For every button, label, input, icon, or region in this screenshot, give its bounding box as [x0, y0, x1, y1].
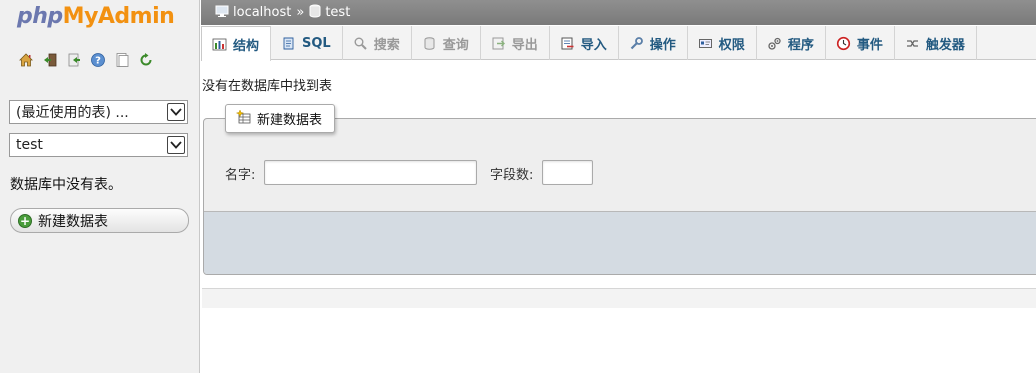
exit-icon[interactable] — [42, 52, 58, 68]
svg-text:?: ? — [95, 56, 101, 67]
home-icon[interactable] — [18, 52, 34, 68]
help-icon[interactable]: ? — [90, 52, 106, 68]
reload-icon[interactable] — [138, 52, 154, 68]
new-table-icon — [235, 108, 252, 129]
tab-structure[interactable]: 结构 — [201, 26, 272, 61]
columns-count-input[interactable] — [542, 160, 593, 185]
database-select[interactable]: test — [9, 133, 188, 157]
tab-query[interactable]: 查询 — [412, 26, 481, 60]
structure-icon — [212, 37, 227, 52]
navigation-panel: phpMyAdmin ? (最近使用的表) ... test 数据库中没有表。 … — [0, 0, 200, 373]
export-icon — [491, 36, 506, 51]
plus-icon: + — [18, 213, 32, 228]
tab-routines[interactable]: 程序 — [757, 26, 826, 60]
fieldset-footer — [204, 211, 1036, 274]
wrench-icon — [629, 36, 644, 51]
sql-icon — [281, 36, 296, 51]
create-table-fieldset — [203, 118, 1036, 275]
chevron-down-icon — [167, 103, 185, 121]
import-icon — [560, 36, 575, 51]
no-tables-message: 没有在数据库中找到表 — [202, 79, 333, 94]
breadcrumb-server[interactable]: localhost — [215, 4, 291, 22]
table-name-input[interactable] — [264, 160, 477, 185]
breadcrumb-database[interactable]: test — [309, 4, 350, 22]
events-icon — [836, 36, 851, 51]
table-name-label: 名字: — [225, 168, 256, 183]
tab-triggers[interactable]: 触发器 — [895, 26, 977, 60]
breadcrumb: localhost » test — [201, 0, 1036, 25]
create-table-legend: 新建数据表 — [225, 104, 336, 133]
tab-import[interactable]: 导入 — [550, 26, 619, 60]
quick-links: ? — [18, 52, 154, 68]
search-icon — [353, 36, 368, 51]
no-tables-text: 数据库中没有表。 — [10, 177, 122, 193]
sql-query-icon[interactable] — [66, 52, 82, 68]
tab-search[interactable]: 搜索 — [343, 26, 412, 60]
columns-count-label: 字段数: — [490, 168, 534, 183]
privileges-icon — [698, 36, 713, 51]
recent-tables-select[interactable]: (最近使用的表) ... — [9, 100, 188, 124]
server-icon — [215, 4, 229, 22]
content-footer-bar — [202, 288, 1036, 308]
chevron-down-icon — [167, 136, 185, 154]
new-table-button[interactable]: + 新建数据表 — [10, 208, 189, 233]
tab-operations[interactable]: 操作 — [619, 26, 688, 60]
tab-sql[interactable]: SQL — [271, 26, 343, 60]
tab-events[interactable]: 事件 — [826, 26, 895, 60]
query-icon — [422, 36, 437, 51]
triggers-icon — [905, 36, 920, 51]
phpmyadmin-logo[interactable]: phpMyAdmin — [17, 4, 175, 29]
routines-icon — [767, 36, 782, 51]
tab-privileges[interactable]: 权限 — [688, 26, 757, 60]
tab-export[interactable]: 导出 — [481, 26, 550, 60]
database-tabs: 结构 SQL 搜索 查询 导出 导入 操作 权限 程序 事件 触发器 — [201, 26, 1036, 61]
database-icon — [309, 4, 321, 22]
docs-icon[interactable] — [114, 52, 130, 68]
